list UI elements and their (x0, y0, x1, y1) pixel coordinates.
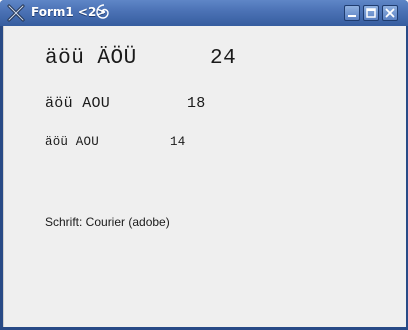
sample-text-24: äöü ÄÖÜ (45, 47, 137, 70)
application-window: Form1 <2> äöü ÄÖÜ 24 äöü AOU 18 äöü AOU … (0, 0, 408, 330)
close-icon (385, 8, 395, 18)
maximize-icon (366, 8, 376, 18)
sample-text-18: äöü AOU (45, 95, 111, 112)
minimize-icon (348, 15, 356, 17)
sample-size-14: 14 (170, 135, 186, 149)
sample-size-24: 24 (210, 47, 237, 70)
sample-size-18: 18 (187, 95, 206, 112)
x11-app-icon[interactable] (7, 4, 25, 22)
font-info-label: Schrift: Courier (adobe) (45, 215, 170, 229)
form-client-area: äöü ÄÖÜ 24 äöü AOU 18 äöü AOU 14 Schrift… (3, 26, 406, 327)
close-button[interactable] (382, 5, 398, 21)
maximize-button[interactable] (363, 5, 379, 21)
spiral-icon (94, 3, 112, 21)
sample-text-14: äöü AOU (45, 135, 99, 149)
minimize-button[interactable] (344, 5, 360, 21)
title-bar[interactable]: Form1 <2> (0, 0, 408, 26)
